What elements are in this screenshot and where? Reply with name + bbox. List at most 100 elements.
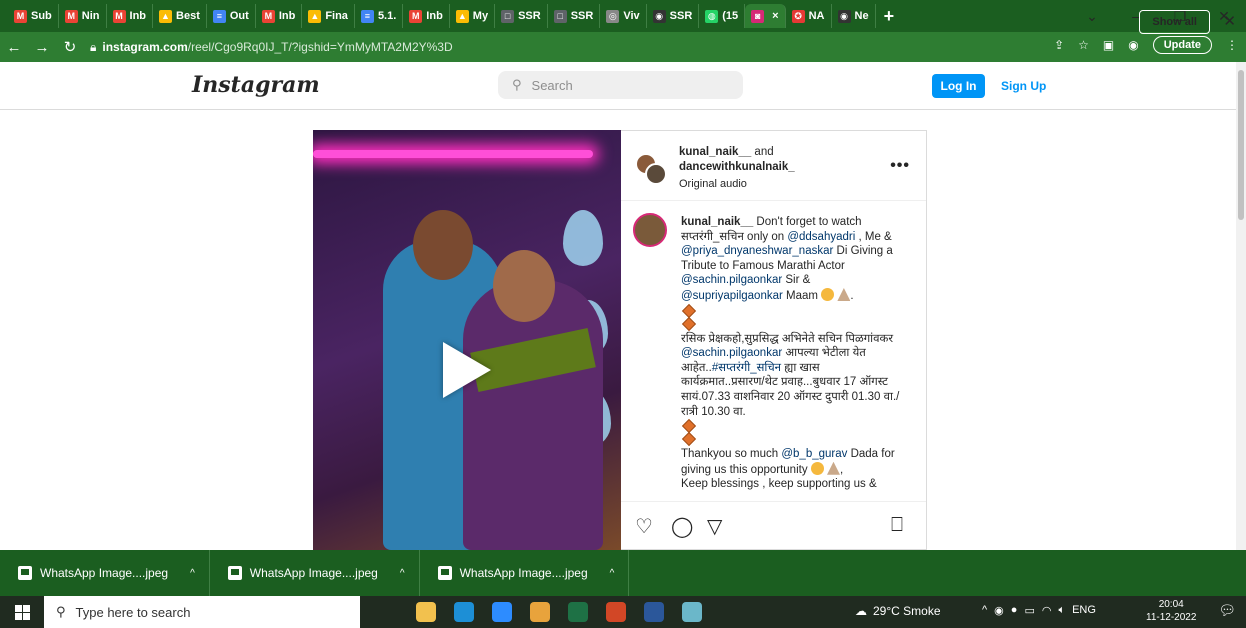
volume-icon[interactable]: 🔈︎: [1058, 604, 1065, 617]
browser-tab[interactable]: ✪ NA: [786, 4, 832, 28]
tab-search-icon[interactable]: ⌄: [1070, 8, 1114, 25]
update-button[interactable]: Update: [1152, 36, 1212, 54]
clock-date: 11-12-2022: [1146, 612, 1197, 623]
edge-app-icon[interactable]: [454, 602, 474, 622]
scrollbar-thumb[interactable]: [1238, 70, 1244, 220]
browser-tab[interactable]: □ SSR: [495, 4, 548, 28]
tray-app-icon[interactable]: ●: [1011, 604, 1018, 617]
tab-label: Ne: [854, 10, 869, 22]
profile-avatar[interactable]: ◉: [1128, 38, 1138, 52]
start-button[interactable]: [0, 596, 44, 628]
save-bookmark-icon[interactable]: ⎕: [891, 514, 903, 537]
new-tab-button[interactable]: +: [884, 6, 895, 27]
forward-arrow-icon[interactable]: →: [28, 39, 56, 56]
share-send-icon[interactable]: ▽: [707, 514, 722, 539]
download-options-caret-icon[interactable]: ^: [610, 568, 615, 579]
tray-app-icon[interactable]: ◉: [994, 604, 1004, 617]
file-explorer-app-icon[interactable]: [416, 602, 436, 622]
language-indicator[interactable]: ENG: [1072, 604, 1096, 617]
tray-overflow-icon[interactable]: ^: [982, 604, 987, 617]
mention-link[interactable]: @ddsahyadri: [787, 231, 855, 243]
caption-text: Sir &: [782, 274, 811, 287]
audio-label[interactable]: Original audio: [679, 177, 879, 192]
hashtag-link[interactable]: #सप्तरंगी_सचिन: [712, 362, 781, 374]
weather-widget[interactable]: ☁ 29°C Smoke: [855, 604, 941, 618]
tab-label: SSR: [669, 10, 693, 22]
browser-tab[interactable]: ◎ Viv: [600, 4, 647, 28]
tab-favicon-icon: ▲: [159, 9, 173, 23]
clock[interactable]: 20:04 11-12-2022: [1146, 598, 1196, 624]
chrome-app-icon[interactable]: [530, 602, 550, 622]
mention-link[interactable]: @b_b_gurav: [781, 448, 847, 460]
download-item[interactable]: WhatsApp Image....jpeg ^: [0, 550, 210, 596]
download-item[interactable]: WhatsApp Image....jpeg ^: [210, 550, 420, 596]
url-field[interactable]: 🔒︎ instagram.com/reel/Cgo9Rq0IJ_T/?igshi…: [90, 36, 1070, 58]
browser-menu-icon[interactable]: ⋮: [1226, 38, 1238, 52]
browser-tab[interactable]: ≡ 5.1.: [355, 4, 404, 28]
play-icon[interactable]: [443, 342, 491, 398]
downloads-bar: WhatsApp Image....jpeg ^ WhatsApp Image...…: [0, 550, 1246, 596]
signup-link[interactable]: Sign Up: [1001, 74, 1046, 98]
wifi-icon[interactable]: ◠: [1042, 604, 1052, 617]
word-app-icon[interactable]: [644, 602, 664, 622]
comment-icon[interactable]: ◯: [671, 514, 693, 539]
browser-tab[interactable]: ▲ My: [450, 4, 496, 28]
collab-avatars[interactable]: [635, 153, 667, 185]
page-scrollbar[interactable]: [1236, 62, 1246, 550]
like-heart-icon[interactable]: ♡: [635, 514, 653, 539]
browser-tab[interactable]: ◉ Ne: [832, 4, 876, 28]
caption-avatar[interactable]: [633, 213, 667, 247]
header-username-1[interactable]: kunal_naik__: [679, 146, 751, 158]
tab-label: Viv: [623, 10, 640, 22]
instagram-logo[interactable]: Instagram: [192, 72, 320, 98]
show-all-downloads-button[interactable]: Show all: [1139, 10, 1210, 34]
header-username-2[interactable]: dancewithkunalnaik_: [679, 161, 795, 173]
download-options-caret-icon[interactable]: ^: [400, 568, 405, 579]
browser-tab[interactable]: ◉ SSR: [647, 4, 700, 28]
browser-tab[interactable]: M Nin: [59, 4, 107, 28]
paint-app-icon[interactable]: [682, 602, 702, 622]
caption-username[interactable]: kunal_naik__: [681, 216, 753, 228]
battery-icon[interactable]: ▭: [1024, 604, 1034, 617]
back-arrow-icon[interactable]: ←: [0, 39, 28, 56]
zoom-app-icon[interactable]: [492, 602, 512, 622]
reload-icon[interactable]: ↻: [56, 38, 84, 56]
taskbar-search-placeholder: Type here to search: [75, 604, 191, 620]
search-input[interactable]: ⚲ Search: [498, 71, 743, 99]
browser-tab[interactable]: ▲ Fina: [302, 4, 355, 28]
bookmark-star-icon[interactable]: ☆: [1078, 38, 1089, 52]
taskbar-search-input[interactable]: ⚲ Type here to search: [44, 596, 360, 628]
notification-center-icon[interactable]: 💬︎: [1218, 602, 1236, 619]
tab-favicon-icon: M: [261, 9, 275, 23]
browser-tab[interactable]: ▲ Best: [153, 4, 207, 28]
more-options-icon[interactable]: •••: [890, 157, 910, 175]
download-options-caret-icon[interactable]: ^: [190, 568, 195, 579]
browser-tab[interactable]: M Inb: [403, 4, 450, 28]
login-button[interactable]: Log In: [932, 74, 985, 98]
mention-link[interactable]: @priya_dnyaneshwar_naskar: [681, 245, 833, 257]
browser-tab[interactable]: □ SSR: [548, 4, 601, 28]
powerpoint-app-icon[interactable]: [606, 602, 626, 622]
url-host: instagram.com: [102, 40, 188, 54]
close-tab-icon[interactable]: ×: [772, 10, 778, 22]
browser-tab[interactable]: M Sub: [8, 4, 59, 28]
close-downloads-icon[interactable]: ✕: [1223, 12, 1236, 30]
mention-link[interactable]: @sachin.pilgaonkar: [681, 347, 782, 359]
mention-link[interactable]: @supriyapilgaonkar: [681, 290, 783, 302]
share-icon[interactable]: ⇪: [1054, 38, 1064, 52]
tab-favicon-icon: ✪: [791, 9, 805, 23]
tab-favicon-icon: M: [409, 9, 423, 23]
clock-time: 20:04: [1158, 599, 1184, 610]
browser-tab[interactable]: ◍ (15: [699, 4, 746, 28]
sidebar-icon[interactable]: ▣: [1103, 38, 1114, 52]
download-item[interactable]: WhatsApp Image....jpeg ^: [420, 550, 630, 596]
browser-tab[interactable]: M Inb: [107, 4, 154, 28]
browser-tab[interactable]: ≡ Out: [207, 4, 256, 28]
reel-video[interactable]: [313, 130, 621, 550]
excel-app-icon[interactable]: [568, 602, 588, 622]
caption-text: Maam: [782, 289, 822, 302]
mention-link[interactable]: @sachin.pilgaonkar: [681, 274, 782, 286]
browser-tab[interactable]: ◙ ×: [745, 4, 786, 28]
tab-label: Inb: [129, 10, 147, 22]
browser-tab[interactable]: M Inb: [256, 4, 303, 28]
